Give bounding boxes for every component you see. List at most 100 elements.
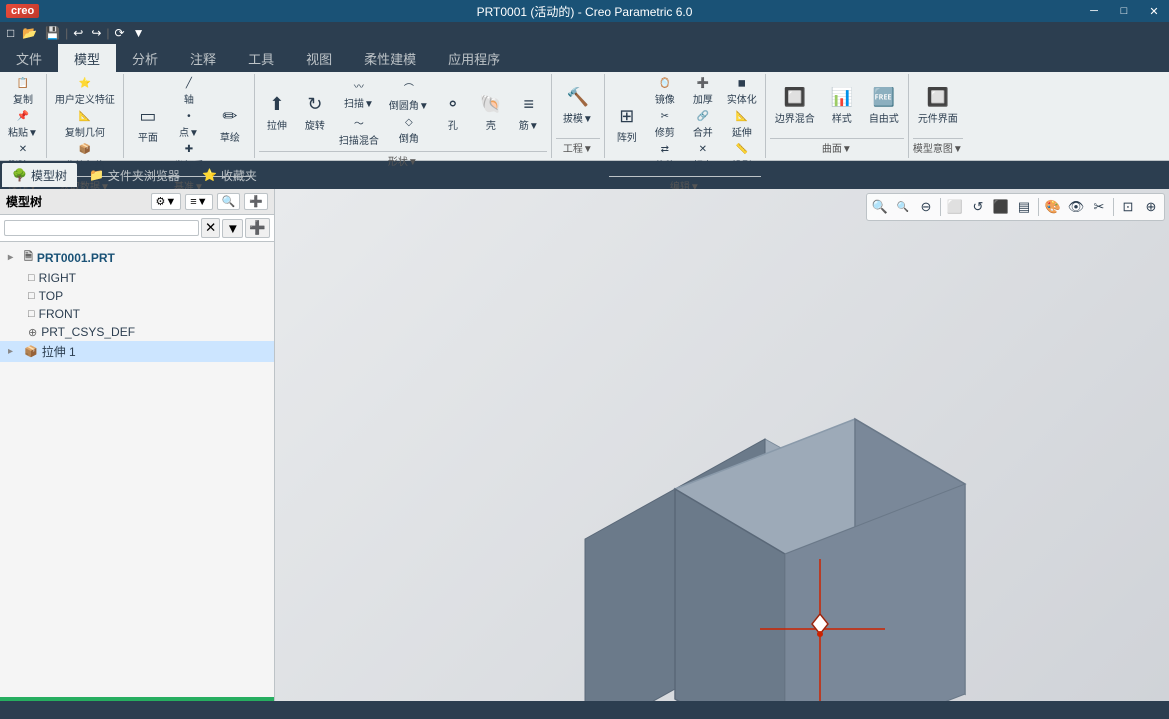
revolve-button[interactable]: ↻ 旋转 [297,91,333,135]
perspective-button[interactable]: ⊡ [1117,196,1139,218]
thicken-icon: ➕ [697,78,709,89]
pattern-button[interactable]: ⊞ 阵列 [609,103,645,147]
thicken-button[interactable]: ➕ 加厚 [685,76,721,108]
search-add-button[interactable]: ➕ [245,218,270,238]
qa-save-button[interactable]: 💾 [42,25,63,41]
tree-settings-button[interactable]: ⚙▼ [151,193,182,210]
maximize-button[interactable]: □ [1109,0,1139,22]
freestyle-button[interactable]: 🆓 自由式 [864,84,904,128]
get-data-buttons: ⭐ 用户定义特征 📐 复制几何 📦 收缩包络 [51,76,119,174]
search-dropdown-button[interactable]: ▼ [222,219,243,238]
tree-item-root[interactable]: ▸ 🗎 PRT0001.PRT [0,246,274,269]
tree-filter-button[interactable]: 🔍 [217,193,241,210]
project-button[interactable]: 📏 投影 [723,142,761,174]
qa-redo-button[interactable]: ↪ [88,25,104,41]
clipboard-group: 📋 复制 📌 粘贴▼ ✕ 删除▼ [4,76,42,174]
rib-button[interactable]: ≡ 筋▼ [511,91,547,135]
spin-center-button[interactable]: ⊕ [1140,196,1162,218]
panel-tab-folder-browser[interactable]: 📁 文件夹浏览器 [79,163,190,187]
hole-button[interactable]: ⚬ 孔 [435,91,471,135]
qa-new-button[interactable]: □ [4,25,17,41]
merge-icon: 🔗 [697,111,709,122]
display-style-button[interactable]: 🎨 [1042,196,1064,218]
folder-browser-tab-icon: 📁 [89,168,104,182]
tree-item-top-label: TOP [39,289,63,303]
shell-button[interactable]: 🐚 壳 [473,91,509,135]
tree-item-front[interactable]: □ FRONT [0,305,274,323]
point-button[interactable]: • 点▼ [170,109,208,141]
xsection-button[interactable]: ✂ [1088,196,1110,218]
zoom-area-button[interactable]: ⊖ [915,196,937,218]
extend-icon: 📐 [736,111,748,122]
tree-item-top[interactable]: □ TOP [0,287,274,305]
ribbon-group-model-intent: 🔲 元件界面 模型意图▼ [909,74,967,158]
sweep-icon: 〰 [354,78,364,93]
axis-button[interactable]: ╱ 轴 [170,76,208,108]
boundary-blend-button[interactable]: 🔲 边界混合 [770,84,820,128]
tree-expand-all-button[interactable]: ➕ [244,193,268,210]
search-input[interactable] [4,220,199,236]
sketch-button[interactable]: ✏ 草绘 [210,103,250,147]
vp-separator-3 [1113,198,1114,216]
edit-small-group: 🪞 镜像 ✂ 修剪 ⇄ 偏移 [647,76,683,174]
visibility-button[interactable]: 👁 [1065,196,1087,218]
merge-button[interactable]: 🔗 合并 [685,109,721,141]
blend-button[interactable]: 〜 扫描混合 [335,113,383,149]
tree-item-csys-label: PRT_CSYS_DEF [41,325,135,339]
solidify-button[interactable]: ◼ 实体化 [723,76,761,108]
tree-item-right[interactable]: □ RIGHT [0,269,274,287]
close-button[interactable]: ✕ [1139,0,1169,22]
tab-flexible-modeling[interactable]: 柔性建模 [348,44,432,72]
search-clear-button[interactable]: ✕ [201,218,220,238]
chamfer-icon: ◇ [405,117,413,128]
round-button[interactable]: ⌒ 倒圆角▼ [385,78,433,114]
paste-button[interactable]: 📌 粘贴▼ [4,109,42,141]
panel-tab-favorites[interactable]: ⭐ 收藏夹 [192,163,267,187]
tab-view[interactable]: 视图 [290,44,348,72]
mirror-button[interactable]: 🪞 镜像 [647,76,683,108]
panel-tab-model-tree[interactable]: 🌳 模型树 [2,163,77,187]
view-orient-button[interactable]: ⬛ [990,196,1012,218]
datum-buttons: ▭ 平面 ╱ 轴 • 点▼ ✚ 坐标系 [128,76,250,174]
sweep-button[interactable]: 〰 扫描▼ [335,76,383,112]
refit-button[interactable]: ⬜ [944,196,966,218]
csys-tree-icon: ⊕ [28,326,37,339]
zoom-in-button[interactable]: 🔍 [869,196,891,218]
qa-separator-2: | [106,26,109,40]
tree-item-extrude1[interactable]: ▸ 📦 拉伸 1 [0,341,274,362]
tab-applications[interactable]: 应用程序 [432,44,516,72]
window-controls: ─ □ ✕ [1079,0,1169,22]
viewport[interactable]: 🔍 🔍 ⊖ ⬜ ↺ ⬛ ▤ 🎨 👁 ✂ ⊡ ⊕ [275,189,1169,701]
tab-annotation[interactable]: 注释 [174,44,232,72]
style-button[interactable]: 📊 样式 [822,84,862,128]
extrude-button[interactable]: ⬆ 拉伸 [259,91,295,135]
copy-button[interactable]: 📋 复制 [4,76,42,108]
tab-file[interactable]: 文件 [0,44,58,72]
plane-button[interactable]: ▭ 平面 [128,103,168,147]
qa-undo-button[interactable]: ↩ [70,25,86,41]
offset-button[interactable]: ⇄ 偏移 [647,142,683,174]
minimize-button[interactable]: ─ [1079,0,1109,22]
qa-open-button[interactable]: 📂 [19,25,40,41]
extend-button[interactable]: 📐 延伸 [723,109,761,141]
prt-icon: 🗎 [24,248,33,267]
tree-item-csys[interactable]: ⊕ PRT_CSYS_DEF [0,323,274,341]
tree-columns-button[interactable]: ≡▼ [185,194,212,210]
shell-icon: 🐚 [480,94,502,115]
tab-model[interactable]: 模型 [58,44,116,72]
tab-analysis[interactable]: 分析 [116,44,174,72]
trim-button[interactable]: ✂ 修剪 [647,109,683,141]
qa-more-button[interactable]: ▼ [130,25,148,41]
draft-button[interactable]: 🔨 拔模▼ [556,84,600,128]
view-list-button[interactable]: ▤ [1013,196,1035,218]
qa-regenerate-button[interactable]: ⟳ [112,25,128,41]
zoom-out-button[interactable]: 🔍 [892,196,914,218]
chamfer-button[interactable]: ◇ 倒角 [385,115,433,147]
orient-button[interactable]: ↺ [967,196,989,218]
intersect-button[interactable]: ✕ 相交 [685,142,721,174]
user-feature-button[interactable]: ⭐ 用户定义特征 [51,76,119,108]
tab-tools[interactable]: 工具 [232,44,290,72]
sketch-icon: ✏ [222,106,237,127]
copy-geometry-button[interactable]: 📐 复制几何 [51,109,119,141]
component-interface-button[interactable]: 🔲 元件界面 [913,84,963,128]
